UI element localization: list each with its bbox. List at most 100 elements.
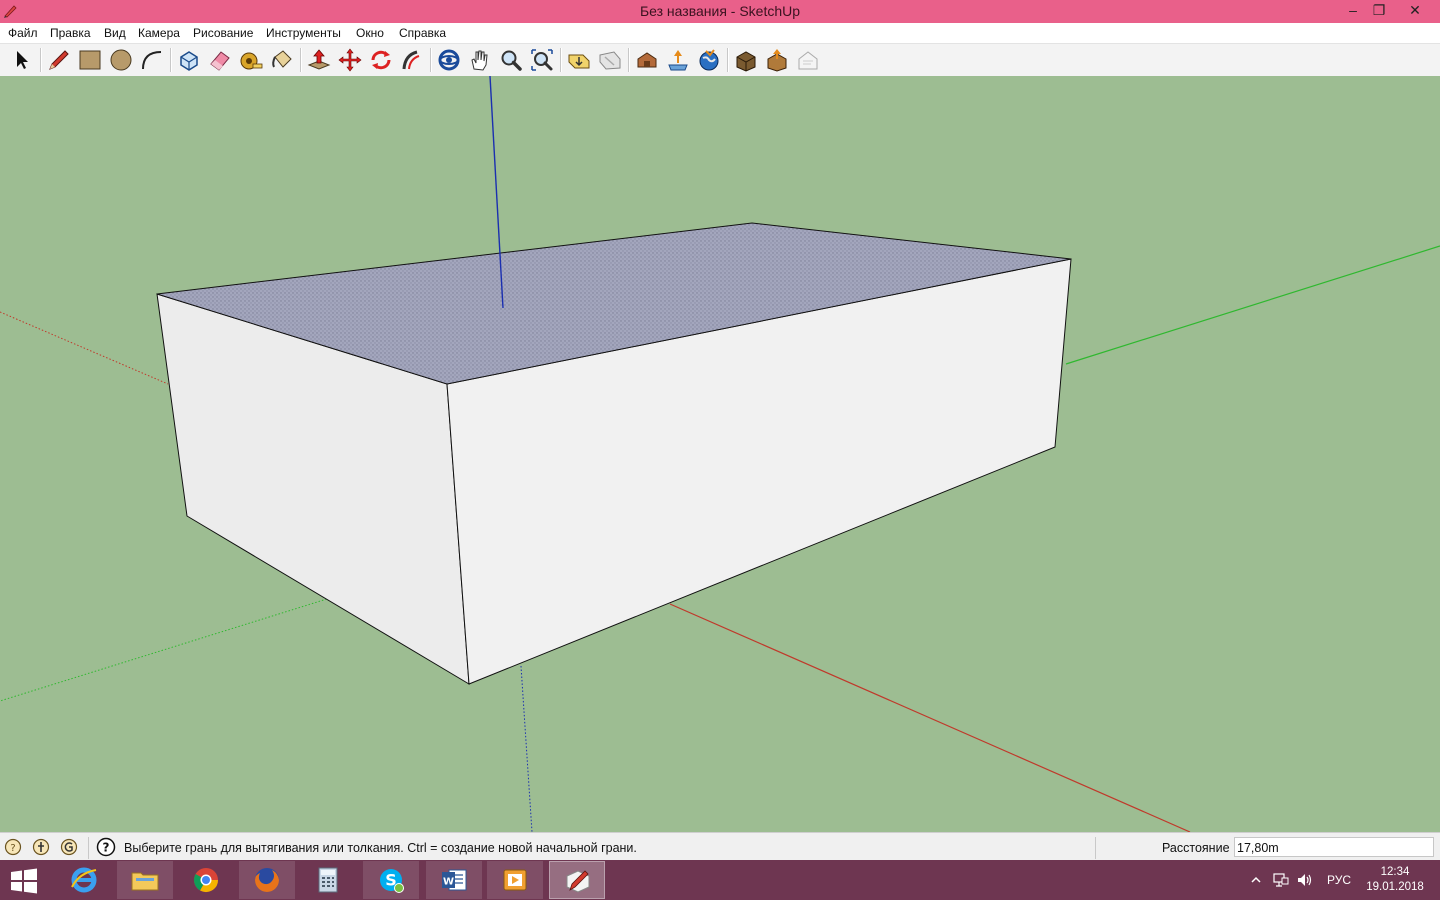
follow-me-icon (402, 50, 420, 70)
red-axis-negative (0, 311, 169, 385)
zoom-extents-icon (531, 49, 553, 71)
tape-measure-icon (240, 52, 263, 70)
menu-view[interactable]: Вид (104, 23, 126, 43)
orbit-icon (438, 49, 460, 71)
svg-text:?: ? (10, 843, 15, 854)
pan-tool-button[interactable] (467, 47, 493, 73)
toolbar-separator (727, 48, 729, 72)
rectangle-tool-button[interactable] (77, 47, 103, 73)
circle-tool-button[interactable] (108, 47, 134, 73)
taskbar: S W РУС 12:34 19.01.2018 (0, 860, 1440, 900)
rotate-tool-button[interactable] (368, 47, 394, 73)
account-icon[interactable] (60, 838, 78, 856)
orbit-tool-button[interactable] (436, 47, 462, 73)
zoom-extents-tool-button[interactable] (529, 47, 555, 73)
start-button[interactable] (0, 861, 48, 899)
green-axis-negative (0, 597, 331, 702)
taskbar-calculator[interactable] (300, 861, 356, 899)
next-view-icon (599, 51, 621, 70)
menu-help[interactable]: Справка (399, 23, 446, 43)
geo-location-icon[interactable]: ? (4, 838, 22, 856)
magnifier-icon (501, 50, 522, 71)
rectangle-icon (79, 50, 101, 70)
status-hint: Выберите грань для вытягивания или толка… (124, 841, 637, 855)
eraser-icon (210, 51, 230, 71)
toolbar-separator (300, 48, 302, 72)
warehouse-icon (637, 52, 657, 68)
arrow-icon (17, 51, 28, 69)
extension-icon (736, 51, 756, 72)
make-component-tool-button[interactable] (176, 47, 202, 73)
warehouse-tool-button[interactable] (634, 47, 660, 73)
credits-icon[interactable] (32, 838, 50, 856)
show-hidden-icons-icon[interactable] (1250, 874, 1262, 886)
volume-icon[interactable] (1296, 872, 1314, 888)
toolbar-separator (430, 48, 432, 72)
paint-bucket-icon (272, 50, 292, 68)
previous-view-tool-button[interactable] (566, 47, 592, 73)
taskbar-sketchup[interactable] (549, 861, 605, 899)
tape-measure-tool-button[interactable] (238, 47, 264, 73)
taskbar-firefox[interactable] (239, 861, 295, 899)
taskbar-internet-explorer[interactable] (56, 861, 112, 899)
toolbar (0, 44, 1440, 77)
push-pull-tool-button[interactable] (306, 47, 332, 73)
clock-date: 19.01.2018 (1366, 881, 1424, 893)
menu-file[interactable]: Файл (8, 23, 38, 43)
component-icon (180, 51, 198, 71)
measurement-input[interactable]: 17,80m (1234, 837, 1434, 857)
globe-icon (699, 49, 719, 71)
folder-icon (131, 872, 159, 891)
clock[interactable]: 12:34 19.01.2018 (1360, 865, 1430, 895)
green-axis-positive (1065, 245, 1440, 365)
window-title: Без названия - SketchUp (639, 3, 801, 19)
pencil-icon (49, 50, 69, 70)
status-divider (88, 837, 89, 859)
layout-tool-button[interactable] (795, 47, 821, 73)
share-model-icon (668, 50, 688, 71)
menu-draw[interactable]: Рисование (193, 23, 253, 43)
calculator-icon (318, 867, 338, 893)
red-axis-positive (669, 603, 1191, 832)
language-indicator[interactable]: РУС (1327, 860, 1351, 900)
paint-bucket-tool-button[interactable] (269, 47, 295, 73)
arc-tool-button[interactable] (139, 47, 165, 73)
line-tool-button[interactable] (46, 47, 72, 73)
taskbar-chrome[interactable] (178, 861, 234, 899)
status-bar: ? ? Выберите грань для вытягивания или т… (0, 832, 1440, 861)
taskbar-skype[interactable]: S (363, 861, 419, 899)
maximize-button[interactable]: ❐ (1364, 0, 1394, 22)
menu-camera[interactable]: Камера (138, 23, 180, 43)
extension-warehouse-tool-button[interactable] (733, 47, 759, 73)
toolbar-separator (628, 48, 630, 72)
select-tool-button[interactable] (8, 47, 34, 73)
network-icon[interactable] (1272, 872, 1290, 888)
windows-icon (11, 868, 37, 894)
taskbar-media-player[interactable] (487, 861, 543, 899)
previous-view-icon (568, 54, 590, 69)
follow-me-tool-button[interactable] (399, 47, 425, 73)
eraser-tool-button[interactable] (207, 47, 233, 73)
menu-edit[interactable]: Правка (50, 23, 91, 43)
zoom-tool-button[interactable] (498, 47, 524, 73)
svg-text:?: ? (103, 841, 110, 855)
toolbar-separator (170, 48, 172, 72)
share-model-tool-button[interactable] (665, 47, 691, 73)
next-view-tool-button[interactable] (597, 47, 623, 73)
menu-bar: Файл Правка Вид Камера Рисование Инструм… (0, 23, 1440, 44)
taskbar-word[interactable]: W (426, 861, 482, 899)
3d-viewport[interactable] (0, 76, 1440, 832)
chrome-icon (193, 868, 218, 893)
share-component-tool-button[interactable] (764, 47, 790, 73)
help-icon[interactable]: ? (96, 837, 116, 857)
title-bar: Без названия - SketchUp ‒ ❐ ✕ (0, 0, 1440, 23)
move-tool-button[interactable] (337, 47, 363, 73)
firefox-icon (255, 868, 279, 892)
layout-icon (798, 51, 818, 70)
model-canvas[interactable] (0, 76, 1440, 832)
google-earth-tool-button[interactable] (696, 47, 722, 73)
menu-tools[interactable]: Инструменты (266, 23, 341, 43)
menu-window[interactable]: Окно (356, 23, 384, 43)
close-button[interactable]: ✕ (1400, 0, 1430, 22)
taskbar-file-explorer[interactable] (117, 861, 173, 899)
